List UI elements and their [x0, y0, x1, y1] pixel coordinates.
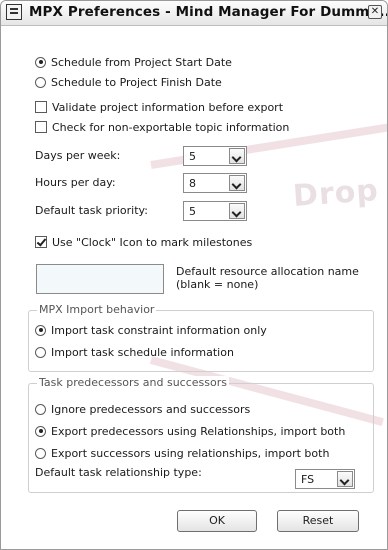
chevron-down-icon[interactable]: [229, 175, 245, 191]
checkbox-label: Validate project information before expo…: [52, 100, 284, 114]
default-priority-label: Default task priority:: [35, 204, 148, 217]
checkbox-clock-milestones[interactable]: Use "Clock" Icon to mark milestones: [35, 233, 252, 251]
relationship-type-select[interactable]: FS: [295, 469, 355, 489]
window-title: MPX Preferences - Mind Manager For Dummi…: [29, 4, 388, 20]
chevron-down-icon[interactable]: [229, 203, 245, 219]
radio-export-successors[interactable]: Export successors using relationships, i…: [35, 444, 329, 462]
radio-label: Export predecessors using Relationships,…: [51, 424, 346, 438]
chevron-down-icon[interactable]: [229, 148, 245, 164]
dialog-body: Drop Schedule from Project Start Date Sc…: [1, 26, 387, 549]
close-icon[interactable]: ✕: [368, 5, 382, 19]
radio-export-predecessors[interactable]: Export predecessors using Relationships,…: [35, 422, 345, 440]
radio-import-schedule[interactable]: Import task schedule information: [35, 343, 234, 361]
radio-ignore-predecessors[interactable]: Ignore predecessors and successors: [35, 400, 250, 418]
default-priority-select[interactable]: 5: [183, 201, 247, 221]
select-value: 5: [189, 149, 196, 163]
relationship-type-label: Default task relationship type:: [35, 466, 202, 479]
radio-button[interactable]: [35, 324, 46, 336]
resource-label-note: (blank = none): [176, 278, 259, 291]
checkbox-non-exportable[interactable]: Check for non-exportable topic informati…: [35, 118, 289, 136]
checkbox[interactable]: [35, 121, 47, 133]
radio-button[interactable]: [35, 76, 46, 88]
radio-label: Import task constraint information only: [51, 323, 267, 337]
ok-button[interactable]: OK: [177, 510, 257, 532]
radio-schedule-finish[interactable]: Schedule to Project Finish Date: [35, 73, 222, 91]
radio-label: Export successors using relationships, i…: [51, 446, 330, 460]
checkbox-label: Use "Clock" Icon to mark milestones: [52, 235, 253, 249]
radio-label: Ignore predecessors and successors: [51, 402, 251, 416]
watermark-text: Drop: [291, 173, 380, 214]
checkbox-label: Check for non-exportable topic informati…: [52, 120, 290, 134]
days-per-week-select[interactable]: 5: [183, 146, 247, 166]
app-icon: [6, 4, 22, 20]
checkbox[interactable]: [35, 101, 47, 113]
days-per-week-label: Days per week:: [35, 149, 121, 162]
hours-per-day-label: Hours per day:: [35, 176, 116, 189]
resource-allocation-label: Default resource allocation name (blank …: [176, 265, 359, 291]
radio-label: Import task schedule information: [51, 345, 234, 359]
radio-schedule-start[interactable]: Schedule from Project Start Date: [35, 53, 232, 71]
hours-per-day-select[interactable]: 8: [183, 173, 247, 193]
resource-label-line: Default resource allocation name: [176, 265, 359, 278]
radio-import-constraint[interactable]: Import task constraint information only: [35, 321, 267, 339]
group-title: MPX Import behavior: [37, 303, 157, 316]
radio-button[interactable]: [35, 447, 46, 459]
select-value: 5: [189, 204, 196, 218]
radio-label: Schedule from Project Start Date: [51, 55, 232, 69]
radio-button[interactable]: [35, 425, 46, 437]
select-value: FS: [301, 472, 315, 486]
radio-label: Schedule to Project Finish Date: [51, 75, 222, 89]
select-value: 8: [189, 176, 196, 190]
reset-button[interactable]: Reset: [277, 510, 359, 532]
checkbox-validate-project[interactable]: Validate project information before expo…: [35, 98, 283, 116]
radio-button[interactable]: [35, 403, 46, 415]
title-bar[interactable]: MPX Preferences - Mind Manager For Dummi…: [1, 1, 387, 26]
radio-button[interactable]: [35, 56, 46, 68]
chevron-down-icon[interactable]: [337, 471, 353, 487]
import-behavior-group: MPX Import behavior: [28, 303, 374, 372]
resource-allocation-input[interactable]: [36, 264, 164, 294]
radio-button[interactable]: [35, 346, 46, 358]
checkbox[interactable]: [35, 236, 47, 248]
group-title: Task predecessors and successors: [37, 376, 229, 389]
preferences-dialog: MPX Preferences - Mind Manager For Dummi…: [0, 0, 388, 550]
